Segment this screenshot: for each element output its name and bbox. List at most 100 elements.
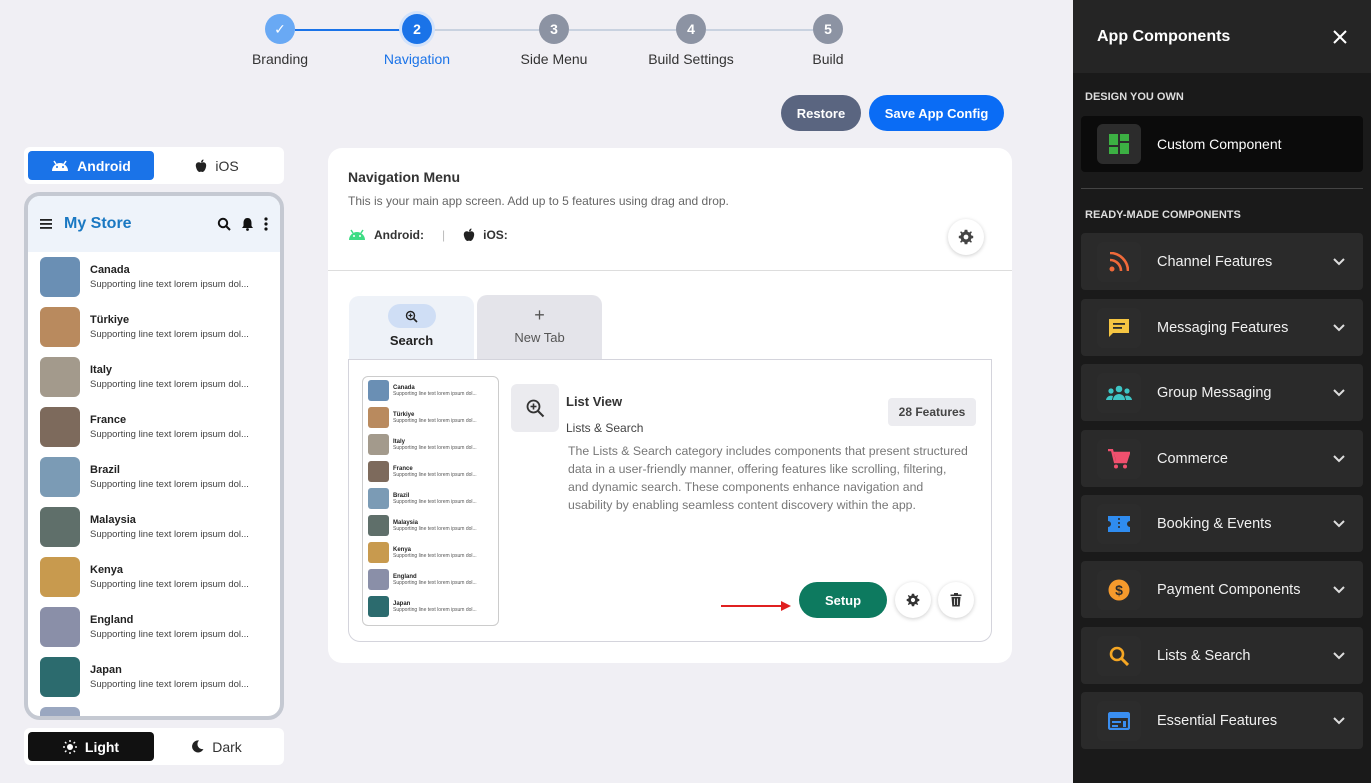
arrow-right-icon [721, 601, 791, 611]
custom-component-item[interactable]: Custom Component [1081, 116, 1363, 172]
item-title: France [90, 414, 127, 426]
step-branding[interactable]: ✓ Branding [230, 14, 330, 67]
mini-item-subtitle: Supporting line text lorem ipsum dol... [393, 606, 477, 613]
list-item[interactable]: Italy Supporting line text lorem ipsum do… [28, 352, 280, 402]
tab-search[interactable]: Search [349, 296, 474, 360]
step-number: 2 [402, 14, 432, 44]
item-title: Brazil [90, 464, 120, 476]
design-section-label: DESIGN YOU OWN [1085, 91, 1184, 103]
list-item[interactable]: France Supporting line text lorem ipsum d… [28, 402, 280, 452]
divider [1081, 188, 1363, 189]
svg-text:$: $ [1115, 582, 1123, 598]
mini-list-item: Kenya Supporting line text lorem ipsum do… [363, 539, 498, 566]
save-app-config-button[interactable]: Save App Config [869, 95, 1004, 131]
mini-item-subtitle: Supporting line text lorem ipsum dol... [393, 390, 477, 397]
chevron-down-icon[interactable] [1333, 651, 1345, 660]
mini-thumbnail [368, 542, 389, 563]
sidebar-item-booking-events[interactable]: Booking & Events [1081, 495, 1363, 552]
tab-new-tab[interactable]: + New Tab [477, 295, 602, 359]
sidebar-item-essential-features[interactable]: Essential Features [1081, 692, 1363, 749]
mini-list-item: Japan Supporting line text lorem ipsum do… [363, 593, 498, 620]
mini-list-item: Italy Supporting line text lorem ipsum do… [363, 431, 498, 458]
item-subtitle: Supporting line text lorem ipsum dol... [90, 629, 249, 640]
mini-phone-preview: Canada Supporting line text lorem ipsum d… [362, 376, 499, 626]
chevron-down-icon[interactable] [1333, 716, 1345, 725]
more-vert-icon[interactable] [264, 217, 268, 231]
sidebar-item-payment-components[interactable]: $ Payment Components [1081, 561, 1363, 618]
platform-toggle: Android iOS [24, 147, 284, 184]
step-build[interactable]: 5 Build [778, 14, 878, 67]
list-item[interactable]: Kenya Supporting line text lorem ipsum do… [28, 552, 280, 602]
chevron-down-icon[interactable] [1333, 257, 1345, 266]
close-icon[interactable] [1333, 29, 1347, 44]
mini-list-item: Malaysia Supporting line text lorem ipsum… [363, 512, 498, 539]
chevron-down-icon[interactable] [1333, 388, 1345, 397]
plus-icon: + [534, 305, 545, 325]
tab-search-label: Search [389, 333, 434, 348]
mini-thumbnail [368, 515, 389, 536]
mini-list-item: Türkiye Supporting line text lorem ipsum … [363, 404, 498, 431]
progress-stepper: ✓ Branding 2 Navigation 3 Side Menu 4 Bu… [230, 14, 880, 74]
search-tab-pill [387, 304, 436, 328]
sidebar-item-label: Booking & Events [1157, 515, 1272, 532]
sidebar-item-messaging-features[interactable]: Messaging Features [1081, 299, 1363, 356]
tab-content-panel: Canada Supporting line text lorem ipsum d… [348, 359, 992, 642]
list-item[interactable]: Russia [28, 702, 280, 716]
dark-option[interactable]: Dark [154, 732, 280, 761]
mini-thumbnail [368, 407, 389, 428]
bell-icon[interactable] [241, 217, 254, 231]
list-item[interactable]: Malaysia Supporting line text lorem ipsum… [28, 502, 280, 552]
light-option[interactable]: Light [28, 732, 154, 761]
item-thumbnail [40, 607, 80, 647]
step-build-settings[interactable]: 4 Build Settings [641, 14, 741, 67]
sun-icon [62, 739, 77, 754]
step-side-menu[interactable]: 3 Side Menu [504, 14, 604, 67]
search-icon[interactable] [217, 217, 231, 231]
delete-button[interactable] [938, 582, 974, 618]
sidebar-title: App Components [1097, 27, 1231, 45]
search-icon [1097, 635, 1141, 676]
gear-icon [958, 229, 974, 245]
list-item[interactable]: Brazil Supporting line text lorem ipsum d… [28, 452, 280, 502]
mini-list-item: England Supporting line text lorem ipsum … [363, 566, 498, 593]
feature-settings-button[interactable] [895, 582, 931, 618]
platform-summary: Android: | iOS: [348, 228, 508, 242]
menu-icon[interactable] [40, 218, 54, 230]
mini-thumbnail [368, 488, 389, 509]
setup-button[interactable]: Setup [799, 582, 887, 618]
sidebar-item-label: Messaging Features [1157, 319, 1289, 336]
list-item[interactable]: Canada Supporting line text lorem ipsum d… [28, 252, 280, 302]
list-item[interactable]: Japan Supporting line text lorem ipsum do… [28, 652, 280, 702]
item-thumbnail [40, 307, 80, 347]
mini-item-subtitle: Supporting line text lorem ipsum dol... [393, 552, 477, 559]
navigation-settings-button[interactable] [948, 219, 984, 255]
mini-thumbnail [368, 596, 389, 617]
chevron-down-icon[interactable] [1333, 585, 1345, 594]
chevron-down-icon[interactable] [1333, 454, 1345, 463]
step-number: 3 [539, 14, 569, 44]
step-navigation[interactable]: 2 Navigation [367, 14, 467, 67]
android-option[interactable]: Android [28, 151, 154, 180]
sidebar-item-group-messaging[interactable]: Group Messaging [1081, 364, 1363, 421]
sidebar-item-lists-search[interactable]: Lists & Search [1081, 627, 1363, 684]
ios-platform-label: iOS: [483, 228, 508, 242]
list-item[interactable]: England Supporting line text lorem ipsum … [28, 602, 280, 652]
android-icon [52, 160, 69, 171]
sidebar-item-label: Payment Components [1157, 581, 1301, 598]
theme-toggle: Light Dark [24, 728, 284, 765]
sidebar-item-channel-features[interactable]: Channel Features [1081, 233, 1363, 290]
dashboard-icon [1109, 134, 1129, 154]
list-item[interactable]: Türkiye Supporting line text lorem ipsum … [28, 302, 280, 352]
restore-button[interactable]: Restore [781, 95, 861, 131]
chevron-down-icon[interactable] [1333, 323, 1345, 332]
mini-list-item: France Supporting line text lorem ipsum d… [363, 458, 498, 485]
mini-thumbnail [368, 380, 389, 401]
ios-label: iOS [215, 157, 239, 174]
item-subtitle: Supporting line text lorem ipsum dol... [90, 679, 249, 690]
android-label: Android [77, 157, 131, 174]
chevron-down-icon[interactable] [1333, 519, 1345, 528]
cart-icon [1097, 438, 1141, 479]
sidebar-item-commerce[interactable]: Commerce [1081, 430, 1363, 487]
step-label: Branding [251, 51, 309, 67]
ios-option[interactable]: iOS [154, 151, 280, 180]
